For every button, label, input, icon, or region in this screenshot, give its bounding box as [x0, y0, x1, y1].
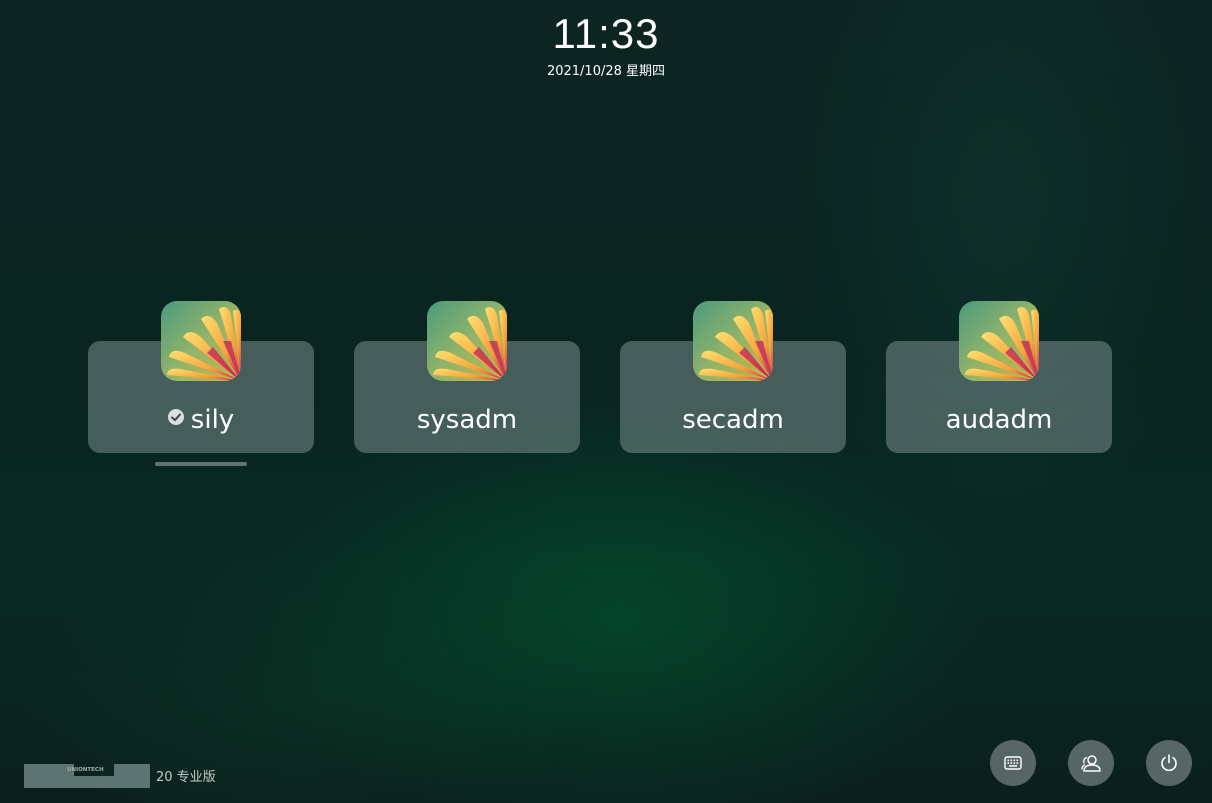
user-name-label[interactable]: sysadm — [354, 401, 580, 439]
clock: 11:33 2021/10/28 星期四 — [0, 8, 1212, 81]
switch-user-icon — [1081, 755, 1101, 772]
keyboard-icon — [1004, 756, 1022, 770]
clock-date: 2021/10/28 星期四 — [546, 64, 666, 79]
switch-user-button[interactable] — [1068, 740, 1114, 786]
brand: UNIONTECH 20 专业版 — [24, 762, 216, 788]
user-avatar[interactable] — [693, 301, 773, 381]
flower-avatar-icon — [959, 301, 1039, 381]
power-icon — [1161, 754, 1177, 772]
flower-avatar-icon — [693, 301, 773, 381]
user-avatar[interactable] — [427, 301, 507, 381]
uniontech-logo: UNIONTECH — [24, 762, 150, 788]
logged-in-check-icon — [167, 409, 184, 425]
power-button[interactable] — [1146, 740, 1192, 786]
svg-text:UNIONTECH: UNIONTECH — [67, 767, 104, 773]
user-avatar[interactable] — [161, 301, 241, 381]
user-name-row[interactable]: sily — [88, 401, 314, 439]
user-avatar[interactable] — [959, 301, 1039, 381]
user-name-label: sily — [190, 405, 235, 435]
selected-user-indicator — [155, 462, 247, 466]
flower-avatar-icon — [161, 301, 241, 381]
clock-time: 11:33 — [552, 10, 660, 57]
edition-label: 20 专业版 — [156, 769, 216, 785]
keyboard-layout-button[interactable] — [990, 740, 1036, 786]
user-name-label[interactable]: secadm — [620, 401, 846, 439]
user-name-label[interactable]: audadm — [886, 401, 1112, 439]
flower-avatar-icon — [427, 301, 507, 381]
